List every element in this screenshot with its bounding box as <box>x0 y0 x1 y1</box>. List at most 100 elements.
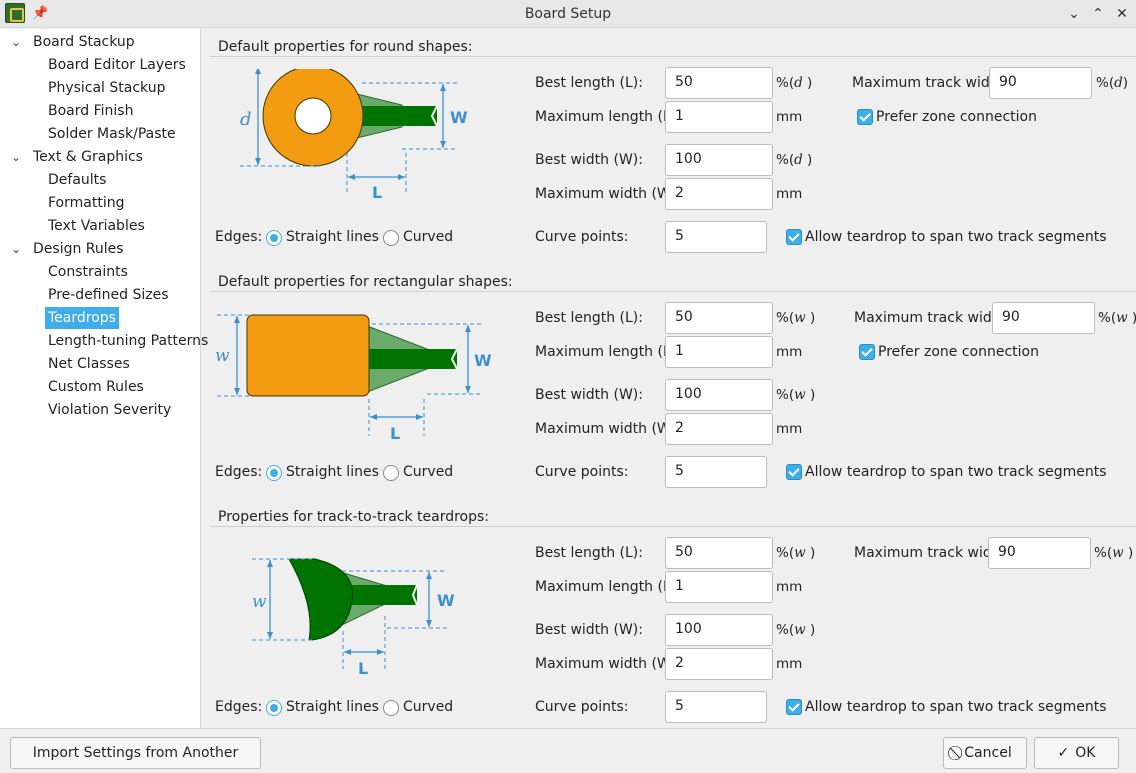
plus-icon[interactable] <box>749 71 771 95</box>
max-length-field[interactable]: 1 <box>665 101 773 133</box>
sidebar-item-physical-stackup[interactable]: Physical Stackup <box>45 77 169 99</box>
max-track-width-spinner[interactable]: 90 <box>989 67 1092 99</box>
sidebar-item-text-variables[interactable]: Text Variables <box>45 215 148 237</box>
sidebar-item-constraints[interactable]: Constraints <box>45 261 131 283</box>
allow-span-label[interactable]: Allow teardrop to span two track segment… <box>805 699 1107 715</box>
curve-points-spinner-value[interactable]: 5 <box>675 698 684 714</box>
minus-icon[interactable] <box>724 383 746 407</box>
max-width-value[interactable]: 2 <box>675 420 684 436</box>
sidebar-item-teardrops[interactable]: Teardrops <box>45 307 119 329</box>
max-length-value[interactable]: 1 <box>675 578 684 594</box>
max-width-value[interactable]: 2 <box>675 655 684 671</box>
plus-icon[interactable] <box>1067 541 1089 565</box>
best-width-spinner[interactable]: 100 <box>665 144 773 176</box>
minus-icon[interactable] <box>718 695 740 719</box>
edges-curved-radio[interactable] <box>383 465 399 481</box>
plus-icon[interactable] <box>1071 306 1093 330</box>
prefer-zone-label[interactable]: Prefer zone connection <box>876 109 1037 125</box>
max-track-width-spinner-value[interactable]: 90 <box>999 74 1017 90</box>
best-width-spinner[interactable]: 100 <box>665 614 773 646</box>
minus-icon[interactable] <box>718 225 740 249</box>
plus-icon[interactable] <box>749 541 771 565</box>
best-length-spinner[interactable]: 50 <box>665 302 773 334</box>
allow-span-checkbox[interactable] <box>786 464 802 480</box>
minus-icon[interactable] <box>1042 541 1064 565</box>
minus-icon[interactable] <box>724 71 746 95</box>
sidebar-item-board-editor-layers[interactable]: Board Editor Layers <box>45 54 189 76</box>
import-settings-button[interactable]: Import Settings from Another Board... <box>10 737 261 769</box>
edges-straight-label[interactable]: Straight lines <box>286 229 379 245</box>
best-width-spinner-value[interactable]: 100 <box>675 386 702 402</box>
sidebar-item-length-tuning-patterns[interactable]: Length-tuning Patterns <box>45 330 211 352</box>
max-track-width-spinner-value[interactable]: 90 <box>998 544 1016 560</box>
best-length-spinner-value[interactable]: 50 <box>675 309 693 325</box>
edges-curved-label[interactable]: Curved <box>403 464 453 480</box>
curve-points-spinner-value[interactable]: 5 <box>675 228 684 244</box>
max-length-field[interactable]: 1 <box>665 571 773 603</box>
minus-icon[interactable] <box>724 541 746 565</box>
max-length-value[interactable]: 1 <box>675 343 684 359</box>
plus-icon[interactable] <box>749 618 771 642</box>
edges-curved-radio[interactable] <box>383 700 399 716</box>
minimize-icon[interactable]: ⌄ <box>1064 4 1084 24</box>
sidebar-item-design-rules[interactable]: Design Rules <box>30 238 127 260</box>
sidebar-item-violation-severity[interactable]: Violation Severity <box>45 399 174 421</box>
edges-straight-radio[interactable] <box>266 230 282 246</box>
prefer-zone-checkbox[interactable] <box>859 344 875 360</box>
edges-straight-radio[interactable] <box>266 700 282 716</box>
sidebar-item-solder-mask-paste[interactable]: Solder Mask/Paste <box>45 123 179 145</box>
max-track-width-spinner[interactable]: 90 <box>992 302 1095 334</box>
plus-icon[interactable] <box>749 383 771 407</box>
best-length-spinner-value[interactable]: 50 <box>675 544 693 560</box>
plus-icon[interactable] <box>749 306 771 330</box>
sidebar-item-text-graphics[interactable]: Text & Graphics <box>30 146 146 168</box>
close-icon[interactable]: ✕ <box>1112 4 1132 24</box>
tree-expand-chevron-icon[interactable]: ⌄ <box>9 146 23 168</box>
minus-icon[interactable] <box>724 306 746 330</box>
prefer-zone-checkbox[interactable] <box>857 109 873 125</box>
max-width-field[interactable]: 2 <box>665 178 773 210</box>
best-length-spinner[interactable]: 50 <box>665 67 773 99</box>
best-width-spinner[interactable]: 100 <box>665 379 773 411</box>
sidebar-item-custom-rules[interactable]: Custom Rules <box>45 376 147 398</box>
allow-span-label[interactable]: Allow teardrop to span two track segment… <box>805 464 1107 480</box>
allow-span-checkbox[interactable] <box>786 229 802 245</box>
plus-icon[interactable] <box>1068 71 1090 95</box>
plus-icon[interactable] <box>743 225 765 249</box>
tree-expand-chevron-icon[interactable]: ⌄ <box>9 31 23 53</box>
best-length-spinner[interactable]: 50 <box>665 537 773 569</box>
tree-expand-chevron-icon[interactable]: ⌄ <box>9 238 23 260</box>
prefer-zone-label[interactable]: Prefer zone connection <box>878 344 1039 360</box>
max-width-field[interactable]: 2 <box>665 648 773 680</box>
max-track-width-spinner-value[interactable]: 90 <box>1002 309 1020 325</box>
cancel-button[interactable]: ⃠Cancel <box>943 737 1027 769</box>
edges-curved-radio[interactable] <box>383 230 399 246</box>
allow-span-checkbox[interactable] <box>786 699 802 715</box>
minus-icon[interactable] <box>718 460 740 484</box>
sidebar-item-pre-defined-sizes[interactable]: Pre-defined Sizes <box>45 284 171 306</box>
sidebar-item-net-classes[interactable]: Net Classes <box>45 353 133 375</box>
edges-straight-label[interactable]: Straight lines <box>286 464 379 480</box>
minus-icon[interactable] <box>724 148 746 172</box>
minus-icon[interactable] <box>724 618 746 642</box>
minus-icon[interactable] <box>1046 306 1068 330</box>
edges-straight-label[interactable]: Straight lines <box>286 699 379 715</box>
allow-span-label[interactable]: Allow teardrop to span two track segment… <box>805 229 1107 245</box>
curve-points-spinner-value[interactable]: 5 <box>675 463 684 479</box>
sidebar-item-board-stackup[interactable]: Board Stackup <box>30 31 138 53</box>
sidebar-item-defaults[interactable]: Defaults <box>45 169 109 191</box>
edges-curved-label[interactable]: Curved <box>403 699 453 715</box>
edges-curved-label[interactable]: Curved <box>403 229 453 245</box>
plus-icon[interactable] <box>743 695 765 719</box>
sidebar-item-board-finish[interactable]: Board Finish <box>45 100 136 122</box>
max-length-field[interactable]: 1 <box>665 336 773 368</box>
minus-icon[interactable] <box>1043 71 1065 95</box>
best-width-spinner-value[interactable]: 100 <box>675 151 702 167</box>
edges-straight-radio[interactable] <box>266 465 282 481</box>
curve-points-spinner[interactable]: 5 <box>665 456 767 488</box>
max-width-value[interactable]: 2 <box>675 185 684 201</box>
max-width-field[interactable]: 2 <box>665 413 773 445</box>
best-width-spinner-value[interactable]: 100 <box>675 621 702 637</box>
ok-button[interactable]: ✓ OK <box>1034 737 1119 769</box>
sidebar-item-formatting[interactable]: Formatting <box>45 192 127 214</box>
